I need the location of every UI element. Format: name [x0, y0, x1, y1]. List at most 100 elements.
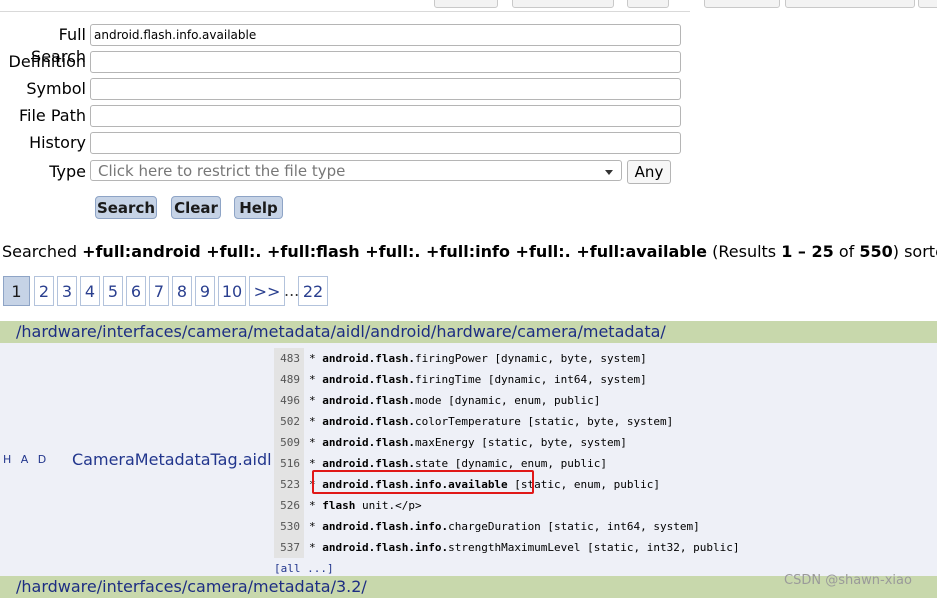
- page-link-4[interactable]: 4: [80, 276, 100, 306]
- line-match: android.flash.info.available: [322, 478, 508, 491]
- code-line: 496 * android.flash.mode [dynamic, enum, …: [274, 390, 937, 411]
- line-number[interactable]: 509: [274, 432, 304, 453]
- page-link-3[interactable]: 3: [57, 276, 77, 306]
- summary-total: 550: [859, 242, 893, 261]
- definition-row: Definition: [0, 51, 90, 73]
- line-prefix: *: [309, 436, 323, 449]
- search-button[interactable]: Search: [95, 196, 157, 219]
- result-dir-link[interactable]: /hardware/interfaces/camera/metadata/3.2…: [16, 576, 367, 598]
- page-link-10[interactable]: 10: [218, 276, 246, 306]
- line-match: android.flash.info.: [322, 541, 449, 554]
- history-row: History: [0, 132, 90, 154]
- page-link-9[interactable]: 9: [195, 276, 215, 306]
- type-select[interactable]: Click here to restrict the file type: [90, 160, 622, 181]
- file-path-row: File Path: [0, 105, 90, 127]
- line-match: android.flash.: [322, 436, 415, 449]
- search-summary: Searched +full:android +full:. +full:fla…: [2, 242, 937, 262]
- top-button-1[interactable]: [434, 0, 498, 8]
- summary-query: +full:android +full:. +full:flash +full:…: [82, 242, 708, 261]
- line-prefix: *: [309, 499, 323, 512]
- definition-input[interactable]: [90, 51, 681, 73]
- code-line: 516 * android.flash.state [dynamic, enum,…: [274, 453, 937, 474]
- line-number[interactable]: 489: [274, 369, 304, 390]
- line-rest: chargeDuration [static, int64, system]: [448, 520, 700, 533]
- line-rest: state [dynamic, enum, public]: [414, 457, 608, 470]
- line-prefix: *: [309, 394, 323, 407]
- code-line: 502 * android.flash.colorTemperature [sta…: [274, 411, 937, 432]
- summary-prefix: Searched: [2, 242, 83, 261]
- top-divider: [0, 11, 690, 12]
- top-button-5[interactable]: [785, 0, 915, 8]
- summary-range: 1 – 25: [781, 242, 834, 261]
- line-prefix: *: [309, 478, 323, 491]
- file-path-label: File Path: [18, 106, 86, 125]
- history-input[interactable]: [90, 132, 681, 154]
- full-search-input[interactable]: android.flash.info.available: [90, 24, 681, 46]
- line-match: flash: [322, 499, 356, 512]
- line-match: android.flash.: [322, 373, 415, 386]
- page-link-5[interactable]: 5: [103, 276, 123, 306]
- page-link-22[interactable]: 22: [298, 276, 328, 306]
- code-line: 483 * android.flash.firingPower [dynamic,…: [274, 348, 937, 369]
- line-rest: unit.</p>: [355, 499, 422, 512]
- line-rest: colorTemperature [static, byte, system]: [414, 415, 674, 428]
- result-dir-link[interactable]: /hardware/interfaces/camera/metadata/aid…: [16, 321, 666, 343]
- line-rest: mode [dynamic, enum, public]: [414, 394, 601, 407]
- line-prefix: *: [309, 457, 323, 470]
- code-line: 489 * android.flash.firingTime [dynamic, …: [274, 369, 937, 390]
- watermark: CSDN @shawn-xiao: [784, 573, 912, 588]
- page-link-6[interactable]: 6: [126, 276, 146, 306]
- code-line: 537 * android.flash.info.strengthMaximumL…: [274, 537, 937, 558]
- line-number[interactable]: 526: [274, 495, 304, 516]
- result-file-row: H A D CameraMetadataTag.aidl 483 * androi…: [0, 343, 937, 576]
- type-select-placeholder: Click here to restrict the file type: [98, 162, 346, 180]
- definition-label: Definition: [8, 52, 86, 71]
- line-number[interactable]: 537: [274, 537, 304, 558]
- line-rest: maxEnergy [static, byte, system]: [414, 436, 627, 449]
- top-button-3[interactable]: [627, 0, 669, 8]
- line-number[interactable]: 523: [274, 474, 304, 495]
- line-prefix: *: [309, 520, 323, 533]
- top-button-4[interactable]: [704, 0, 780, 8]
- result-file-link[interactable]: CameraMetadataTag.aidl: [72, 450, 272, 469]
- code-line: 530 * android.flash.info.chargeDuration […: [274, 516, 937, 537]
- line-match: android.flash.: [322, 457, 415, 470]
- line-match: android.flash.: [322, 415, 415, 428]
- line-rest: [static, enum, public]: [507, 478, 661, 491]
- symbol-row: Symbol: [0, 78, 90, 100]
- line-match: android.flash.info.: [322, 520, 449, 533]
- code-line: 526 * flash unit.</p>: [274, 495, 937, 516]
- code-line: 509 * android.flash.maxEnergy [static, by…: [274, 432, 937, 453]
- line-number[interactable]: 483: [274, 348, 304, 369]
- page-link-1[interactable]: 1: [3, 276, 30, 306]
- page-link-7[interactable]: 7: [149, 276, 169, 306]
- summary-suffix: ) sorted by relevance: [892, 242, 937, 261]
- dropdown-caret-icon: [605, 170, 613, 175]
- summary-of: of: [833, 242, 860, 261]
- page-link-2[interactable]: 2: [34, 276, 54, 306]
- symbol-input[interactable]: [90, 78, 681, 100]
- line-prefix: *: [309, 352, 323, 365]
- clear-button[interactable]: Clear: [171, 196, 221, 219]
- line-match: android.flash.: [322, 352, 415, 365]
- file-path-input[interactable]: [90, 105, 681, 127]
- line-prefix: *: [309, 373, 323, 386]
- line-number[interactable]: 496: [274, 390, 304, 411]
- any-button[interactable]: Any: [627, 160, 671, 184]
- page-link-next[interactable]: >>: [249, 276, 285, 306]
- history-annotate-download-links[interactable]: H A D: [3, 453, 49, 466]
- top-button-6[interactable]: [918, 0, 937, 8]
- type-controls: Click here to restrict the file type Any: [0, 160, 680, 184]
- line-number[interactable]: 516: [274, 453, 304, 474]
- line-number[interactable]: 530: [274, 516, 304, 537]
- full-search-row: Full Search: [0, 24, 90, 66]
- page-link-8[interactable]: 8: [172, 276, 192, 306]
- line-prefix: *: [309, 415, 323, 428]
- help-button[interactable]: Help: [234, 196, 283, 219]
- line-rest: strengthMaximumLevel [static, int32, pub…: [448, 541, 740, 554]
- line-prefix: *: [309, 541, 323, 554]
- summary-results-pre: (Results: [707, 242, 782, 261]
- line-number[interactable]: 502: [274, 411, 304, 432]
- top-button-2[interactable]: [512, 0, 614, 8]
- history-label: History: [29, 133, 86, 152]
